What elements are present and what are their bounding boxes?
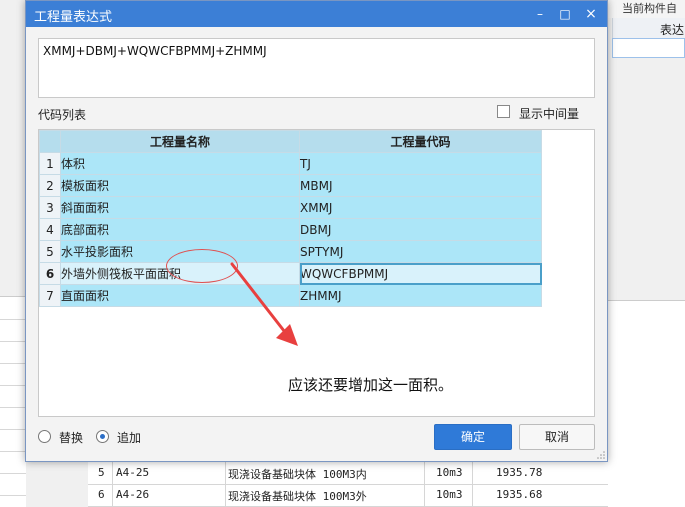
quantity-code-cell[interactable]: WQWCFBPMMJ [299,262,542,285]
background-right-panel [608,300,685,507]
radio-replace-button[interactable] [38,430,51,443]
row-number: 4 [39,218,61,241]
row-number: 3 [39,196,61,219]
quantity-code-cell[interactable]: ZHMMJ [299,284,542,307]
row-number: 5 [39,240,61,263]
quantity-code-cell[interactable]: SPTYMJ [299,240,542,263]
table-row[interactable]: 3 斜面面积 XMMJ [39,196,542,219]
table-row[interactable]: 5 A4-25 现浇设备基础块体 100M3内 10m3 1935.78 [88,462,608,485]
table-row[interactable]: 4 底部面积 DBMJ [39,218,542,241]
resize-grip-icon[interactable] [597,451,605,459]
background-left-panel [0,296,26,507]
column-header-code[interactable]: 工程量代码 [299,130,542,153]
show-intermediate-checkbox[interactable] [497,105,510,118]
quantity-code-cell[interactable]: DBMJ [299,218,542,241]
table-row[interactable]: 6 A4-26 现浇设备基础块体 100M3外 10m3 1935.68 [88,484,608,507]
dialog-titlebar[interactable]: 工程量表达式 – □ × [26,1,607,27]
background-toolbar-text: 当前构件自 [622,2,677,15]
row-number: 2 [39,174,61,197]
quantity-name-cell[interactable]: 模板面积 [60,174,300,197]
quantity-code-cell[interactable]: XMMJ [299,196,542,219]
background-quota-table: 5 A4-25 现浇设备基础块体 100M3内 10m3 1935.78 6 A… [88,462,608,507]
close-button[interactable]: × [580,4,602,24]
background-column-header-text: 表达 [660,23,685,37]
radio-append-label: 追加 [117,431,142,445]
quantity-code-cell[interactable]: TJ [299,152,542,175]
quantity-code-cell[interactable]: MBMJ [299,174,542,197]
radio-replace-label: 替换 [59,431,84,445]
row-number: 7 [39,284,61,307]
annotation-arrow-icon [230,262,298,346]
table-row[interactable]: 2 模板面积 MBMJ [39,174,542,197]
quantity-name-cell[interactable]: 底部面积 [60,218,300,241]
table-row[interactable]: 1 体积 TJ [39,152,542,175]
row-number: 1 [39,152,61,175]
minimize-button[interactable]: – [529,4,551,24]
cancel-button[interactable]: 取消 [519,424,595,450]
column-header-name[interactable]: 工程量名称 [60,130,300,153]
table-row[interactable]: 5 水平投影面积 SPTYMJ [39,240,542,263]
formula-input[interactable]: XMMJ+DBMJ+WQWCFBPMMJ+ZHMMJ [38,38,595,98]
show-intermediate-label: 显示中间量 [519,107,580,121]
table-corner [39,130,61,153]
quantity-name-cell[interactable]: 体积 [60,152,300,175]
annotation-text: 应该还要增加这一面积。 [288,376,454,394]
radio-append-button[interactable] [96,430,109,443]
row-number: 6 [39,262,61,285]
dialog-title: 工程量表达式 [34,10,113,25]
maximize-button[interactable]: □ [554,4,576,24]
background-selected-cell[interactable] [612,38,685,58]
code-list-label: 代码列表 [38,108,87,122]
quantity-name-cell[interactable]: 斜面面积 [60,196,300,219]
ok-button[interactable]: 确定 [434,424,512,450]
